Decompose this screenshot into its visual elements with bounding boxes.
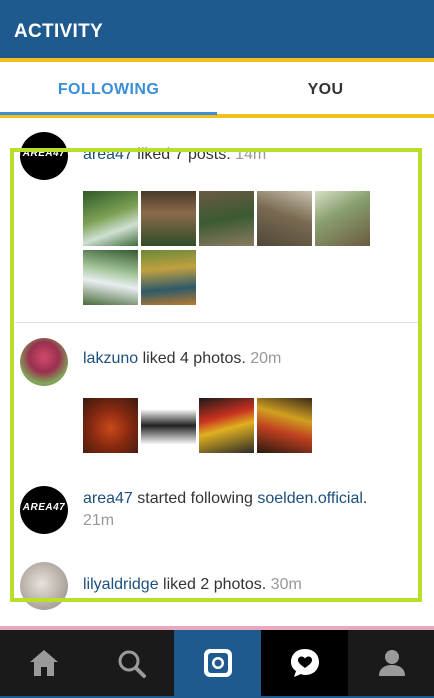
timestamp: 21m (83, 512, 115, 529)
avatar[interactable] (20, 338, 68, 386)
username-link[interactable]: lakzuno (83, 350, 138, 367)
activity-item-text: area47 liked 7 posts. 14m (83, 144, 266, 166)
avatar[interactable] (20, 562, 68, 610)
timestamp: 20m (250, 350, 282, 367)
post-thumbnail[interactable] (315, 191, 370, 246)
avatar[interactable]: AREA47 (20, 486, 68, 534)
activity-action: liked 4 photos. (138, 350, 251, 367)
activity-action: started following (132, 490, 258, 507)
avatar[interactable]: AREA47 (20, 132, 68, 180)
profile-icon (379, 650, 405, 676)
post-thumbnail[interactable] (83, 398, 138, 453)
activity-item-text: lilyaldridge liked 2 photos. 30m (83, 574, 302, 596)
tab-you[interactable]: YOU (217, 62, 434, 114)
post-thumbnail[interactable] (257, 398, 312, 453)
nav-home-button[interactable] (0, 630, 87, 696)
post-thumbnail[interactable] (83, 250, 138, 305)
post-thumbnail[interactable] (257, 191, 312, 246)
camera-icon (204, 649, 232, 677)
username-link[interactable]: lilyaldridge (83, 576, 159, 593)
target-username-link[interactable]: soelden.official (257, 490, 363, 507)
post-thumbnail[interactable] (141, 191, 196, 246)
activity-item-text: area47 started following soelden.officia… (83, 488, 413, 532)
activity-item-text: lakzuno liked 4 photos. 20m (83, 348, 281, 370)
divider (15, 322, 419, 323)
nav-camera-button[interactable] (174, 630, 261, 696)
bottom-navigation (0, 626, 434, 698)
tab-active-indicator (0, 112, 217, 115)
home-icon (30, 650, 58, 676)
tab-following[interactable]: FOLLOWING (0, 62, 217, 114)
activity-action: liked 2 photos. (158, 576, 271, 593)
nav-activity-button[interactable] (261, 630, 348, 696)
username-link[interactable]: area47 (83, 146, 133, 163)
timestamp: 30m (270, 576, 302, 593)
nav-search-button[interactable] (87, 630, 174, 696)
avatar-logo-text: AREA47 (22, 502, 66, 513)
app-bar: ACTIVITY (0, 0, 434, 62)
tab-bar: FOLLOWING YOU (0, 62, 434, 118)
post-thumbnail[interactable] (199, 191, 254, 246)
avatar-logo-text: AREA47 (22, 148, 66, 159)
search-icon (118, 650, 146, 678)
timestamp: 14m (235, 146, 267, 163)
username-link[interactable]: area47 (83, 490, 133, 507)
page-title: ACTIVITY (14, 21, 103, 42)
post-thumbnail[interactable] (141, 398, 196, 453)
activity-feed[interactable]: AREA47 area47 liked 7 posts. 14m lakzuno… (0, 122, 434, 626)
activity-suffix: . (362, 490, 368, 507)
post-thumbnail[interactable] (141, 250, 196, 305)
activity-action: liked 7 posts. (132, 146, 236, 163)
post-thumbnail[interactable] (199, 398, 254, 453)
nav-profile-button[interactable] (348, 630, 434, 696)
heart-speech-icon (291, 649, 319, 677)
post-thumbnail[interactable] (83, 191, 138, 246)
